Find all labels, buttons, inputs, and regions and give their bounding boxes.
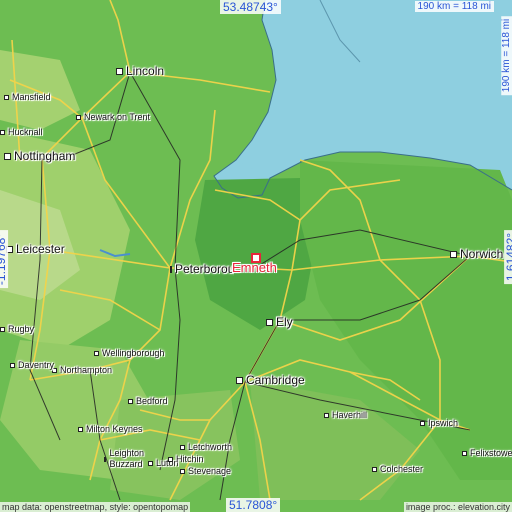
city-label: Northampton [60,365,113,375]
city-label: Cambridge [246,373,305,387]
coord-left: -1.19768° [0,229,9,289]
city-label: Peterborough [175,262,234,276]
city-felixstowe[interactable]: Felixstowe [462,448,512,458]
city-dot [462,450,467,456]
city-leighton-buzzard[interactable]: Leighton Buzzard [104,448,144,470]
credit-map-data: map data: openstreetmap, style: opentopo… [0,502,191,512]
city-dot [236,376,243,384]
city-cambridge[interactable]: Cambridge [236,373,305,387]
city-lincoln[interactable]: Lincoln [116,64,164,78]
city-haverhill[interactable]: Haverhill [324,410,367,420]
city-label: Ipswich [428,418,459,428]
city-dot [76,114,81,120]
city-label: Hitchin [176,454,204,464]
city-dot [94,350,99,356]
city-stevenage[interactable]: Stevenage [180,466,231,476]
city-dot [266,318,273,326]
city-nottingham[interactable]: Nottingham [4,149,75,163]
city-label: Haverhill [332,410,368,420]
city-label: Lincoln [126,64,165,78]
city-mansfield[interactable]: Mansfield [4,92,51,102]
city-label: Norwich [460,247,504,261]
map-view[interactable]: Lincoln Mansfield Newark on Trent Huckna… [0,0,512,512]
city-wellingborough[interactable]: Wellingborough [94,348,164,358]
city-label: Rugby [8,324,35,334]
city-dot [0,326,5,332]
city-newark[interactable]: Newark on Trent [76,112,150,122]
city-dot [180,468,185,474]
city-label: Wellingborough [102,348,165,358]
city-label: Colchester [380,464,424,474]
credit-image-proc: image proc.: elevation.city [403,502,512,512]
city-daventry[interactable]: Daventry [10,360,54,370]
scale-horizontal: 190 km = 118 mi [414,1,494,12]
focus-location[interactable]: Emneth [232,253,277,275]
city-rugby[interactable]: Rugby [0,324,34,334]
city-label: Bedford [136,396,168,406]
city-dot [128,398,133,404]
city-colchester[interactable]: Colchester [372,464,423,474]
city-dot [4,94,9,100]
city-dot [104,456,107,462]
city-dot [10,362,15,368]
city-peterborough[interactable]: Peterborough [170,262,234,276]
city-label: Felixstowe [470,448,512,458]
city-northampton[interactable]: Northampton [52,365,112,375]
city-dot [170,265,172,273]
city-label: Milton Keynes [86,424,143,434]
city-dot [148,460,153,466]
city-milton-keynes[interactable]: Milton Keynes [78,424,143,434]
city-label: Ely [276,315,293,329]
city-label: Newark on Trent [84,112,151,122]
city-dot [4,152,11,160]
city-dot [450,250,457,258]
city-dot [0,129,5,135]
coord-bottom: 51.7808° [226,498,281,512]
scale-vertical: 190 km = 118 mi [500,15,512,96]
city-dot [168,456,173,462]
focus-location-label: Emneth [232,260,277,275]
city-norwich[interactable]: Norwich [450,247,512,261]
city-label: Daventry [18,360,55,370]
city-dot [116,67,123,75]
city-label: Mansfield [12,92,51,102]
city-dot [372,466,377,472]
city-ely[interactable]: Ely [266,315,293,329]
city-label: Letchworth [188,442,233,452]
city-dot [420,420,425,426]
city-label: Leicester [16,242,65,256]
city-label: Leighton Buzzard [109,448,144,469]
city-bedford[interactable]: Bedford [128,396,168,406]
coord-top: 53.48743° [220,0,281,14]
city-hucknall[interactable]: Hucknall [0,127,43,137]
city-letchworth[interactable]: Letchworth [180,442,232,452]
city-label: Nottingham [14,149,76,163]
city-ipswich[interactable]: Ipswich [420,418,458,428]
coord-right: 1.61482° [503,229,512,285]
city-dot [324,412,329,418]
city-label: Stevenage [188,466,232,476]
city-dot [180,444,185,450]
city-leicester[interactable]: Leicester [6,242,65,256]
city-label: Hucknall [8,127,43,137]
city-dot [78,426,83,432]
city-hitchin[interactable]: Hitchin [168,454,204,464]
